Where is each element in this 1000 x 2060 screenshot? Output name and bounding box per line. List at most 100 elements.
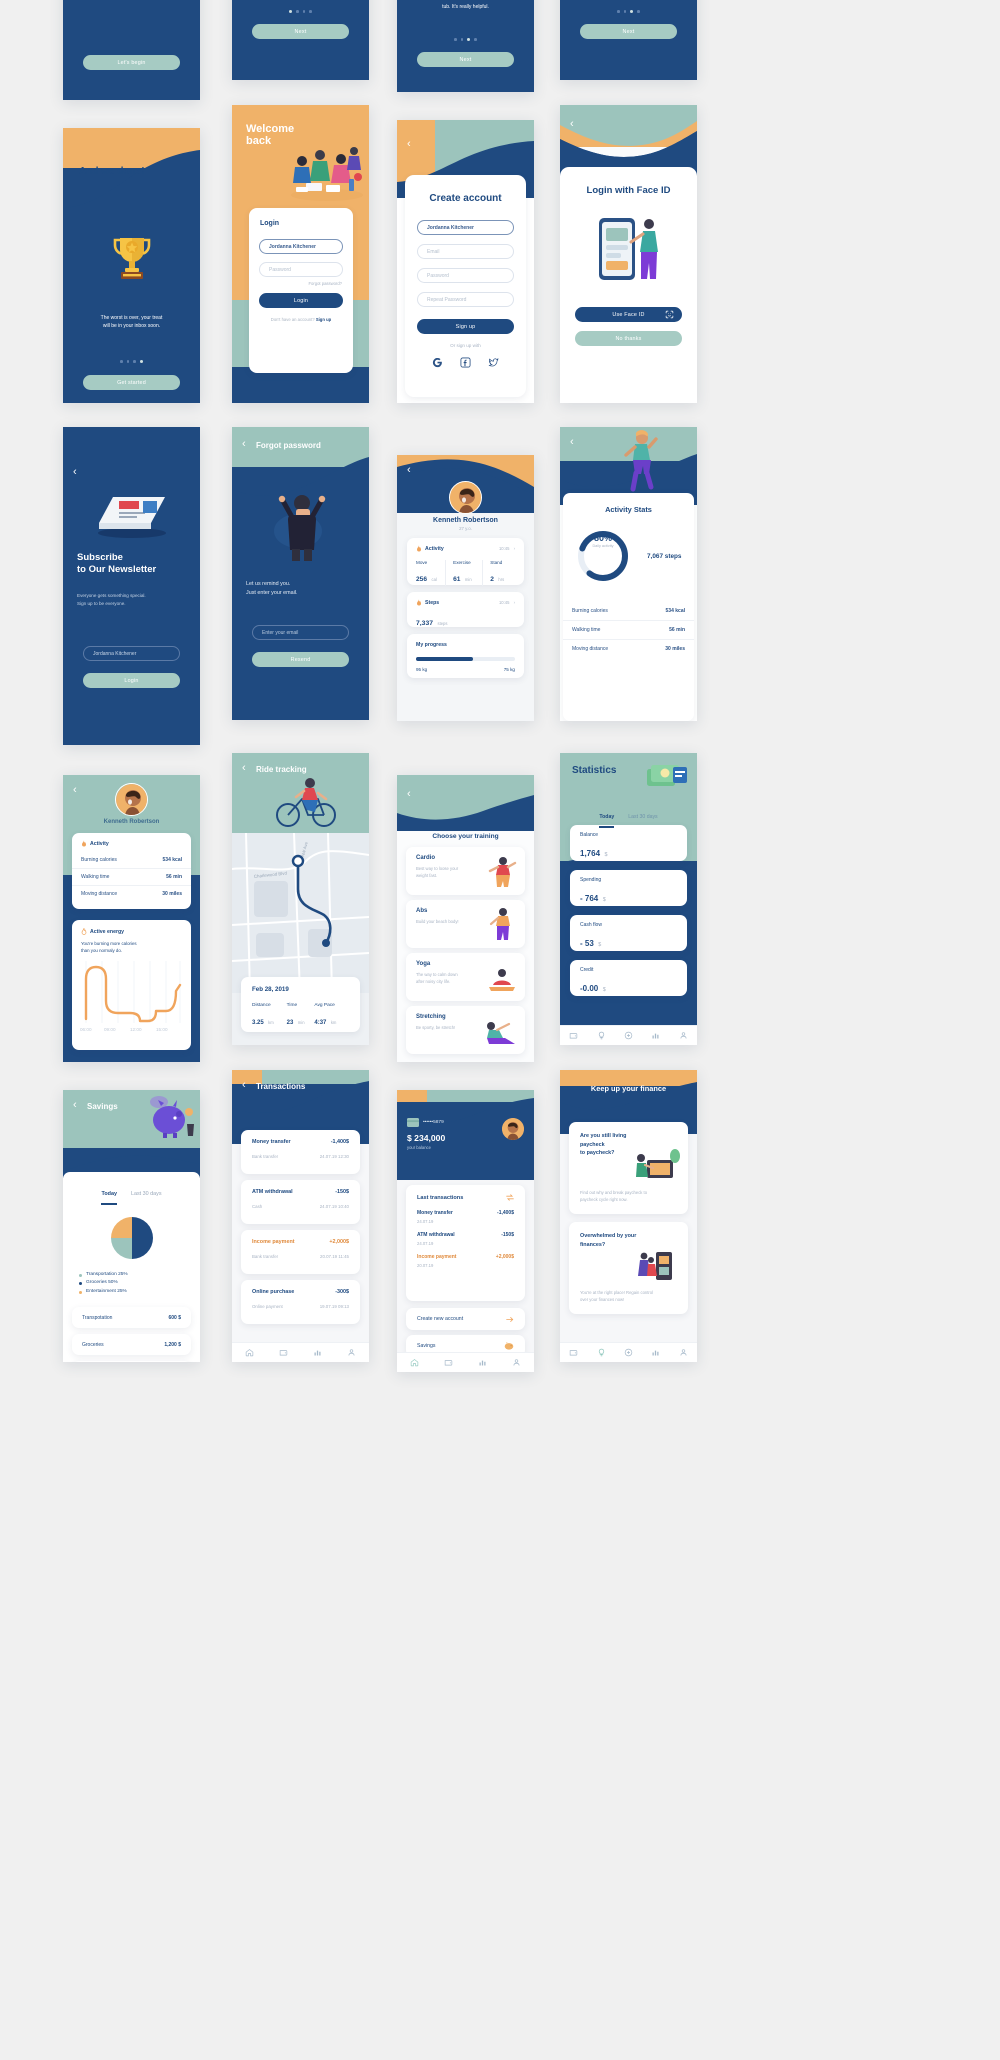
training-item-stretching[interactable]: Stretching Be sporty, be stretch! bbox=[406, 1006, 525, 1054]
person-icon[interactable] bbox=[679, 1348, 688, 1357]
back-icon[interactable]: ‹ bbox=[242, 763, 246, 774]
wallet-icon[interactable] bbox=[569, 1348, 578, 1357]
ride-summary-card[interactable]: Feb 28, 2019 Distance 3.25 km Time 23 mi… bbox=[241, 977, 360, 1032]
back-icon[interactable]: ‹ bbox=[242, 439, 246, 450]
bottom-tabbar[interactable] bbox=[560, 1342, 697, 1362]
next-button[interactable]: Next bbox=[252, 24, 349, 39]
bulb-icon[interactable] bbox=[597, 1348, 606, 1357]
twitter-icon[interactable] bbox=[488, 357, 499, 368]
password-input[interactable]: Password bbox=[417, 268, 514, 283]
screen-onboard-next-1[interactable]: Next bbox=[232, 0, 369, 80]
create-new-account-button[interactable]: Create new account bbox=[406, 1308, 525, 1330]
screen-create-account[interactable]: ‹ Create account Jordanna Kitchener Emai… bbox=[397, 120, 534, 403]
avatar[interactable] bbox=[115, 783, 148, 816]
signup-link[interactable]: Sign up bbox=[316, 317, 331, 322]
back-icon[interactable]: ‹ bbox=[242, 1080, 246, 1091]
plus-icon[interactable] bbox=[624, 1031, 633, 1040]
balance-card[interactable]: Balance 1,764 $ bbox=[570, 825, 687, 861]
newsletter-login-button[interactable]: Login bbox=[83, 673, 180, 688]
password-input[interactable]: Password bbox=[259, 262, 343, 277]
savings-row-groceries[interactable]: Groceries 1,200 $ bbox=[72, 1334, 191, 1356]
email-input[interactable]: Enter your email bbox=[252, 625, 349, 640]
active-energy-card[interactable]: Active energy You're burning more calori… bbox=[72, 920, 191, 1050]
avatar[interactable] bbox=[502, 1118, 524, 1140]
back-icon[interactable]: ‹ bbox=[73, 785, 77, 796]
screen-finance-feed[interactable]: Keep up your finance Are you still livin… bbox=[560, 1070, 697, 1362]
name-input[interactable]: Jordanna Kitchener bbox=[417, 220, 514, 235]
screen-onboard-begin[interactable]: Let's begin bbox=[63, 0, 200, 100]
next-button[interactable]: Next bbox=[580, 24, 677, 39]
forgot-password-link[interactable]: Forgot password? bbox=[249, 281, 342, 286]
next-button[interactable]: Next bbox=[417, 52, 514, 67]
screen-training[interactable]: ‹ Choose your training Cardio Best way t… bbox=[397, 775, 534, 1062]
back-icon[interactable]: ‹ bbox=[407, 789, 411, 800]
screen-profile-energy[interactable]: ‹ Kenneth Robertson Activity Burning cal… bbox=[63, 775, 200, 1062]
transaction-row[interactable]: Money transfer -1,400$ Bank transfer 24.… bbox=[241, 1130, 360, 1174]
screen-onboard-tub[interactable]: tub. It's really helpful. Next bbox=[397, 0, 534, 92]
screen-done[interactable]: And we done! The worst is over, your tre… bbox=[63, 128, 200, 403]
screen-face-id[interactable]: ‹ Login with Face ID Use Face ID No than… bbox=[560, 105, 697, 403]
wallet-icon[interactable] bbox=[279, 1348, 288, 1357]
screen-savings[interactable]: ‹ Savings Today Last 30 days Transportat… bbox=[63, 1090, 200, 1362]
avatar[interactable] bbox=[449, 481, 482, 514]
wallet-icon[interactable] bbox=[444, 1358, 453, 1367]
bottom-tabbar[interactable] bbox=[560, 1025, 697, 1045]
tab-last-30-days[interactable]: Last 30 days bbox=[131, 1182, 162, 1205]
transaction-row[interactable]: ATM withdrawal -150$ Cash 24.07.19 10:40 bbox=[241, 1180, 360, 1224]
tab-today[interactable]: Today bbox=[599, 805, 615, 828]
screen-ride-tracking[interactable]: ‹ Ride tracking Charlewood Blvd NW Ave F… bbox=[232, 753, 369, 1045]
plus-icon[interactable] bbox=[624, 1348, 633, 1357]
use-face-id-button[interactable]: Use Face ID bbox=[575, 307, 682, 322]
back-icon[interactable]: ‹ bbox=[73, 1100, 77, 1111]
account-transaction-row[interactable]: Money transfer -1,400$ 24.07.19 bbox=[406, 1201, 525, 1224]
chevron-right-icon[interactable]: › bbox=[514, 600, 515, 605]
savings-row-entertainment[interactable]: Entertainment 600 $ bbox=[72, 1361, 191, 1362]
home-icon[interactable] bbox=[245, 1348, 254, 1357]
statistics-tabs[interactable]: Today Last 30 days bbox=[560, 805, 697, 828]
person-icon[interactable] bbox=[679, 1031, 688, 1040]
lets-begin-button[interactable]: Let's begin bbox=[83, 55, 180, 70]
screen-statistics[interactable]: Statistics Today Last 30 days Balance 1,… bbox=[560, 753, 697, 1045]
activity-card[interactable]: Activity 10:45 › Move 256 cal Exercise 6… bbox=[407, 538, 524, 586]
screen-transactions[interactable]: ‹ Transactions Money transfer -1,400$ Ba… bbox=[232, 1070, 369, 1362]
chart-icon[interactable] bbox=[651, 1031, 660, 1040]
bottom-tabbar[interactable] bbox=[397, 1352, 534, 1372]
screen-newsletter[interactable]: ‹ Subscribe to Our Newsletter Everyone g… bbox=[63, 427, 200, 745]
transfer-icon[interactable] bbox=[506, 1194, 514, 1201]
login-button[interactable]: Login bbox=[259, 293, 343, 308]
bottom-tabbar[interactable] bbox=[232, 1342, 369, 1362]
savings-row-transportation[interactable]: Transpotation 600 $ bbox=[72, 1307, 191, 1329]
chart-icon[interactable] bbox=[313, 1348, 322, 1357]
back-icon[interactable]: ‹ bbox=[407, 465, 411, 476]
tab-today[interactable]: Today bbox=[101, 1182, 117, 1205]
chart-icon[interactable] bbox=[651, 1348, 660, 1357]
person-icon[interactable] bbox=[347, 1348, 356, 1357]
newsletter-email-input[interactable]: Jordanna Kitchener bbox=[83, 646, 180, 661]
back-icon[interactable]: ‹ bbox=[73, 467, 77, 478]
home-icon[interactable] bbox=[410, 1358, 419, 1367]
transaction-row[interactable]: Online purchase -300$ Online payment 19.… bbox=[241, 1280, 360, 1324]
wallet-icon[interactable] bbox=[569, 1031, 578, 1040]
tab-last-30-days[interactable]: Last 30 days bbox=[628, 805, 657, 828]
cash-flow-card[interactable]: Cash flow - 53 $ bbox=[570, 915, 687, 951]
chart-icon[interactable] bbox=[478, 1358, 487, 1367]
signup-button[interactable]: Sign up bbox=[417, 319, 514, 334]
savings-tabs[interactable]: Today Last 30 days bbox=[63, 1172, 200, 1205]
back-icon[interactable]: ‹ bbox=[407, 139, 411, 150]
credit-card[interactable]: Credit -0.00 $ bbox=[570, 960, 687, 996]
training-item-yoga[interactable]: Yoga The way to calm down after noisy ci… bbox=[406, 953, 525, 1001]
chevron-right-icon[interactable]: › bbox=[514, 546, 515, 551]
transaction-row[interactable]: Income payment +2,000$ Bank transfer 20.… bbox=[241, 1230, 360, 1274]
route-map[interactable]: Charlewood Blvd NW Ave bbox=[232, 833, 369, 993]
screen-account[interactable]: ••••••5879 $ 234,000 your balance Last t… bbox=[397, 1090, 534, 1372]
back-icon[interactable]: ‹ bbox=[570, 119, 574, 130]
screen-welcome-back[interactable]: Welcome back Login Jordanna Kitchener Pa… bbox=[232, 105, 369, 403]
screen-activity-stats[interactable]: ‹ Activity Stats 80% Daily activity 7,06… bbox=[560, 427, 697, 721]
metrics-card[interactable]: Activity Burning calories 534 kcal Walki… bbox=[72, 833, 191, 909]
person-icon[interactable] bbox=[512, 1358, 521, 1367]
screen-onboard-next-2[interactable]: Next bbox=[560, 0, 697, 80]
bulb-icon[interactable] bbox=[597, 1031, 606, 1040]
screen-forgot-password[interactable]: ‹ Forgot password Let us remind you. Jus… bbox=[232, 427, 369, 720]
back-icon[interactable]: ‹ bbox=[570, 437, 574, 448]
training-item-abs[interactable]: Abs Build your beach body! bbox=[406, 900, 525, 948]
